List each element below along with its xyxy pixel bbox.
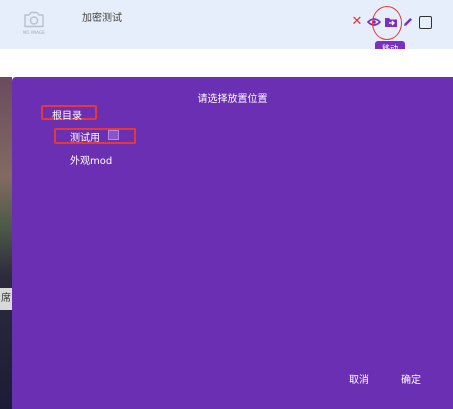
pencil-icon[interactable]: [400, 14, 416, 30]
dialog-title: 请选择放置位置: [197, 94, 268, 105]
confirm-button[interactable]: 确定: [401, 371, 421, 386]
annotation-circle: [372, 6, 402, 40]
folder-item-mod[interactable]: 外观mod: [70, 152, 112, 167]
selection-indicator: [108, 130, 119, 140]
folder-item-test[interactable]: 测试用: [70, 129, 100, 144]
page: NO IMAGE 加密测试 ✕ 移动 席 请选: [0, 0, 453, 409]
close-icon[interactable]: ✕: [349, 14, 365, 30]
background-tab-fragment: 席: [0, 288, 12, 310]
thumbnail: NO IMAGE: [16, 6, 52, 40]
spacer: [0, 49, 453, 77]
cancel-button[interactable]: 取消: [349, 371, 369, 386]
thumbnail-caption: NO IMAGE: [23, 30, 45, 35]
background-image: [0, 77, 12, 409]
folder-picker-dialog: 请选择放置位置 根目录 测试用 外观mod 取消 确定: [12, 77, 453, 409]
folder-item-root[interactable]: 根目录: [52, 107, 82, 122]
camera-icon: [24, 11, 44, 28]
item-title: 加密测试: [82, 13, 122, 24]
select-checkbox[interactable]: [419, 16, 432, 29]
